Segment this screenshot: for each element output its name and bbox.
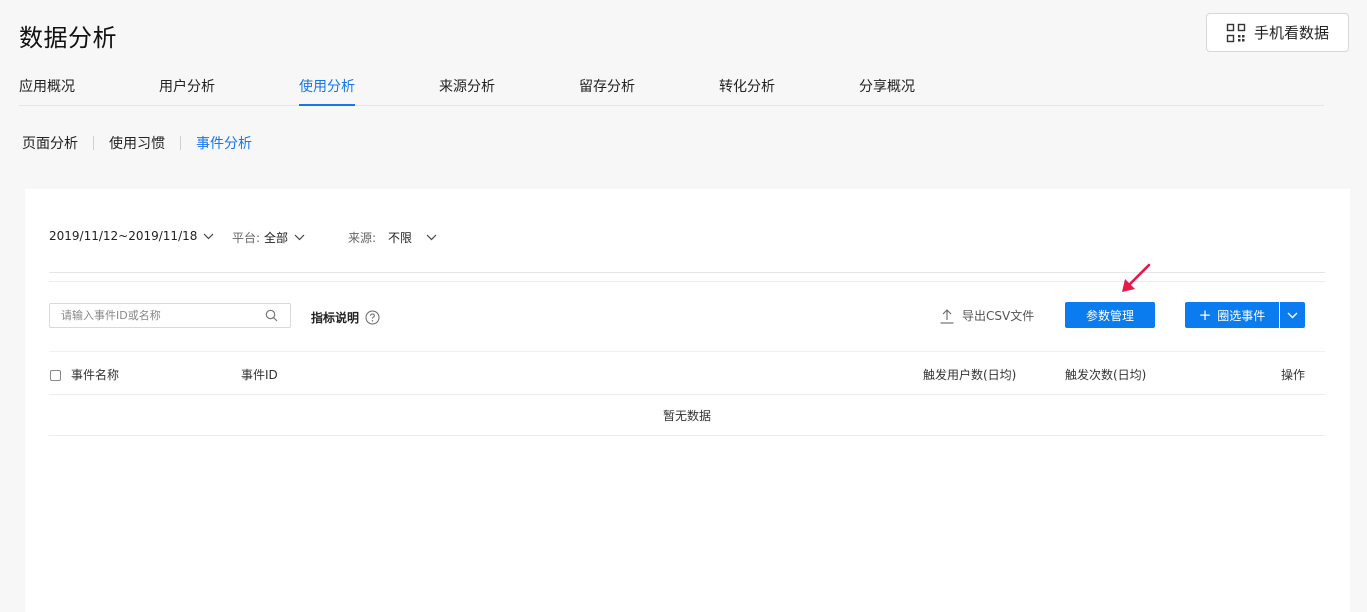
tab-app-overview[interactable]: 应用概况 [19, 76, 75, 106]
mobile-view-button[interactable]: 手机看数据 [1206, 13, 1349, 52]
column-header-event-name[interactable]: 事件名称 [71, 366, 119, 383]
subtab-event-analysis[interactable]: 事件分析 [196, 133, 252, 153]
subtab-divider [93, 136, 94, 150]
chevron-down-icon [426, 234, 437, 241]
chevron-down-icon [294, 234, 305, 241]
select-event-label: 圈选事件 [1217, 308, 1266, 323]
select-event-button[interactable]: + 圈选事件 [1185, 302, 1279, 328]
column-header-event-id[interactable]: 事件ID [241, 366, 278, 383]
tab-retention-analysis[interactable]: 留存分析 [579, 76, 635, 106]
subtab-usage-habits[interactable]: 使用习惯 [109, 133, 165, 153]
select-all-checkbox[interactable] [50, 370, 61, 381]
source-value: 不限 [388, 231, 413, 245]
date-range-filter[interactable]: 2019/11/12~2019/11/18 [49, 229, 214, 243]
table-empty-row: 暂无数据 [49, 395, 1325, 436]
upload-icon [940, 308, 954, 324]
qr-code-icon [1226, 23, 1246, 42]
select-event-dropdown[interactable] [1280, 302, 1305, 328]
platform-value: 全部 [264, 231, 289, 245]
tab-usage-analysis[interactable]: 使用分析 [299, 76, 355, 106]
question-circle-icon [365, 310, 380, 325]
chevron-down-icon [1287, 312, 1298, 318]
empty-state-text: 暂无数据 [662, 409, 711, 423]
source-label: 来源: [348, 231, 377, 245]
event-search [49, 303, 291, 328]
main-tabs: 应用概况 用户分析 使用分析 来源分析 留存分析 转化分析 分享概况 [19, 76, 1324, 106]
column-header-actions: 操作 [1281, 368, 1306, 382]
metric-help[interactable]: 指标说明 [311, 309, 380, 326]
subtab-page-analysis[interactable]: 页面分析 [22, 133, 78, 153]
export-csv-label: 导出CSV文件 [962, 309, 1035, 323]
subtab-divider [180, 136, 181, 150]
plus-icon: + [1198, 305, 1212, 324]
platform-label: 平台: [232, 231, 261, 245]
event-table: 事件名称 事件ID 触发用户数(日均) 触发次数(日均) 操作 暂无数据 [49, 351, 1325, 436]
event-search-input[interactable] [50, 304, 250, 327]
tab-share-overview[interactable]: 分享概况 [859, 76, 915, 106]
sub-tabs: 页面分析 使用习惯 事件分析 [22, 133, 252, 153]
export-csv-button[interactable]: 导出CSV文件 [939, 307, 1034, 324]
chevron-down-icon [203, 233, 214, 239]
search-icon[interactable] [265, 309, 278, 322]
tab-user-analysis[interactable]: 用户分析 [159, 76, 215, 106]
red-arrow-annotation-icon [1122, 263, 1151, 292]
tab-conversion-analysis[interactable]: 转化分析 [719, 76, 775, 106]
column-header-trigger-users[interactable]: 触发用户数(日均) [923, 366, 1016, 383]
page-title: 数据分析 [19, 24, 117, 52]
mobile-view-label: 手机看数据 [1253, 24, 1329, 42]
tab-source-analysis[interactable]: 来源分析 [439, 76, 495, 106]
metric-help-label: 指标说明 [311, 311, 360, 325]
source-filter[interactable]: 来源: 不限 [348, 229, 437, 246]
platform-filter[interactable]: 平台: 全部 [232, 229, 305, 246]
content-card: 2019/11/12~2019/11/18 平台: 全部 来源: 不限 指标说明 [25, 189, 1350, 612]
param-management-button[interactable]: 参数管理 [1065, 302, 1155, 328]
table-header: 事件名称 事件ID 触发用户数(日均) 触发次数(日均) 操作 [49, 351, 1325, 395]
column-header-trigger-count[interactable]: 触发次数(日均) [1065, 366, 1146, 383]
date-range-value: 2019/11/12~2019/11/18 [49, 229, 198, 243]
